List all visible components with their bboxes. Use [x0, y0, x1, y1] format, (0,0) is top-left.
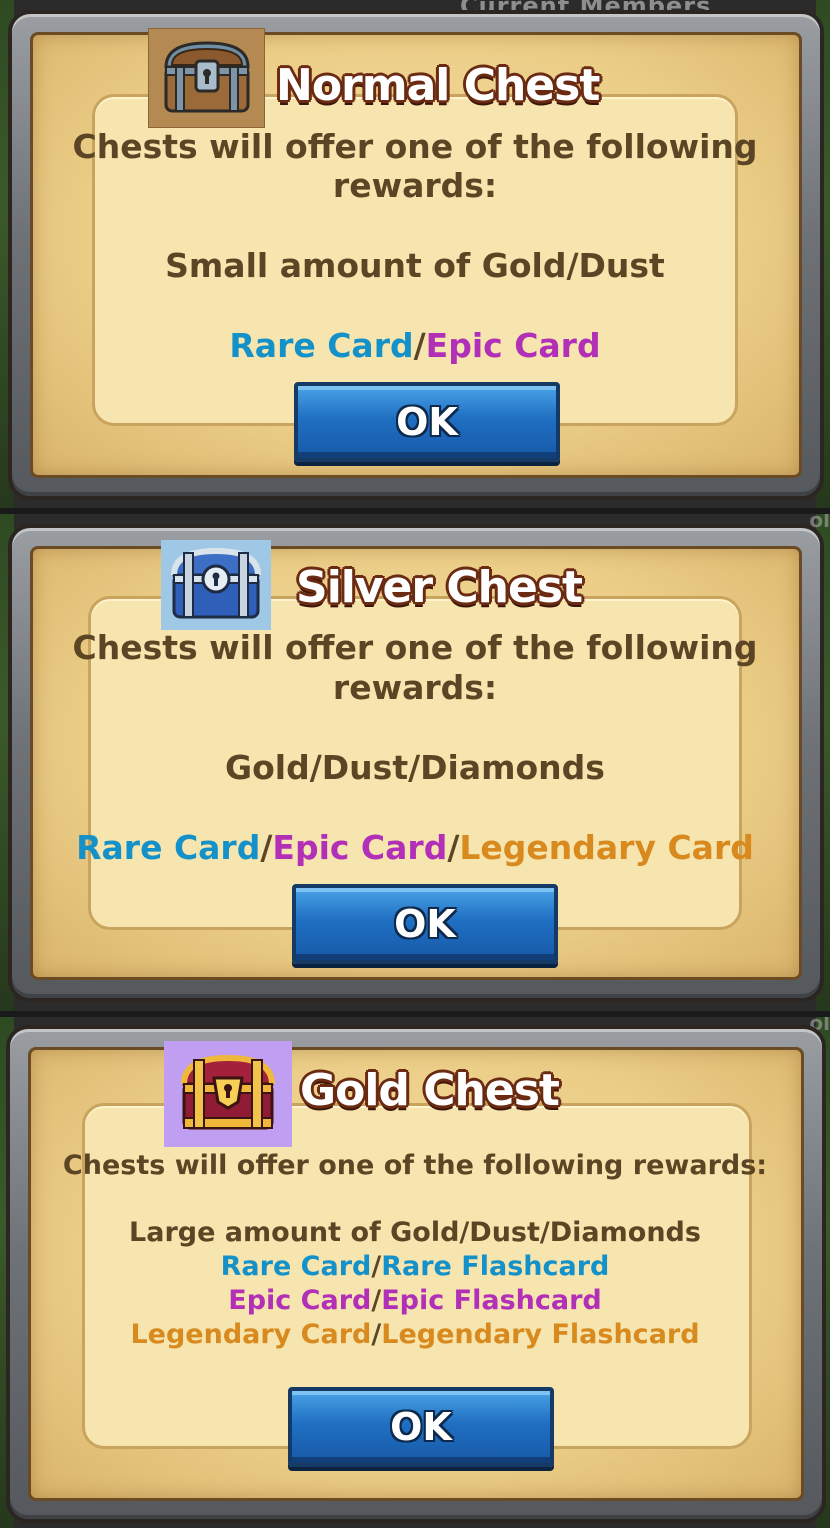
- gold-chest-screenshot: ol Gold Chest Chests will offer one of t…: [0, 1017, 830, 1528]
- gold-chest-icon: [164, 1041, 292, 1147]
- intro-text: rewards:: [332, 668, 498, 707]
- legendary-flashcard-text: Legendary Flashcard: [381, 1319, 700, 1350]
- epic-card-text: Epic Card: [228, 1285, 372, 1316]
- epic-card-text: Epic Card: [272, 828, 448, 867]
- dialog-title: Normal Chest: [276, 60, 600, 111]
- dialog-title: Silver Chest: [296, 562, 583, 613]
- card-rewards-line: Rare Card/Epic Card/Legendary Card: [0, 828, 830, 867]
- dialog-title: Gold Chest: [300, 1065, 560, 1116]
- separator: /: [260, 828, 273, 867]
- ok-button-label: OK: [394, 902, 456, 946]
- intro-text: Chests will offer one of the following: [72, 127, 758, 166]
- intro-text: rewards:: [332, 166, 498, 205]
- base-reward-text: Small amount of Gold/Dust: [165, 246, 665, 285]
- ok-button[interactable]: OK: [288, 1387, 554, 1467]
- separator: /: [447, 828, 460, 867]
- base-reward-text: Gold/Dust/Diamonds: [225, 748, 605, 787]
- silver-chest-screenshot: ol Silver Chest Chests will offer one of…: [0, 514, 830, 1011]
- card-rewards-line: Rare Card/Epic Card: [0, 326, 830, 365]
- epic-flashcard-text: Epic Flashcard: [381, 1285, 602, 1316]
- ok-button[interactable]: OK: [292, 884, 558, 964]
- rare-card-text: Rare Card: [76, 828, 261, 867]
- ok-button[interactable]: OK: [294, 382, 560, 462]
- ok-button-label: OK: [396, 400, 458, 444]
- silver-chest-icon: [161, 540, 271, 630]
- epic-card-text: Epic Card: [425, 326, 601, 365]
- separator: /: [371, 1285, 382, 1316]
- rare-card-text: Rare Card: [229, 326, 414, 365]
- brown-chest-icon: [148, 28, 265, 128]
- rare-flashcard-text: Rare Flashcard: [381, 1251, 610, 1282]
- legendary-card-text: Legendary Card: [459, 828, 754, 867]
- separator: /: [413, 326, 426, 365]
- separator: /: [371, 1251, 382, 1282]
- epic-rewards-line: Epic Card/Epic Flashcard: [0, 1285, 830, 1316]
- rare-card-text: Rare Card: [220, 1251, 372, 1282]
- intro-text: Chests will offer one of the following r…: [62, 1150, 768, 1181]
- rare-rewards-line: Rare Card/Rare Flashcard: [0, 1251, 830, 1282]
- base-reward-text: Large amount of Gold/Dust/Diamonds: [129, 1217, 701, 1248]
- legendary-card-text: Legendary Card: [130, 1319, 372, 1350]
- ok-button-label: OK: [390, 1405, 452, 1449]
- normal-chest-screenshot: Current Members Normal Chest Chests will…: [0, 0, 830, 508]
- intro-text: Chests will offer one of the following: [72, 628, 758, 667]
- legendary-rewards-line: Legendary Card/Legendary Flashcard: [0, 1319, 830, 1350]
- separator: /: [371, 1319, 382, 1350]
